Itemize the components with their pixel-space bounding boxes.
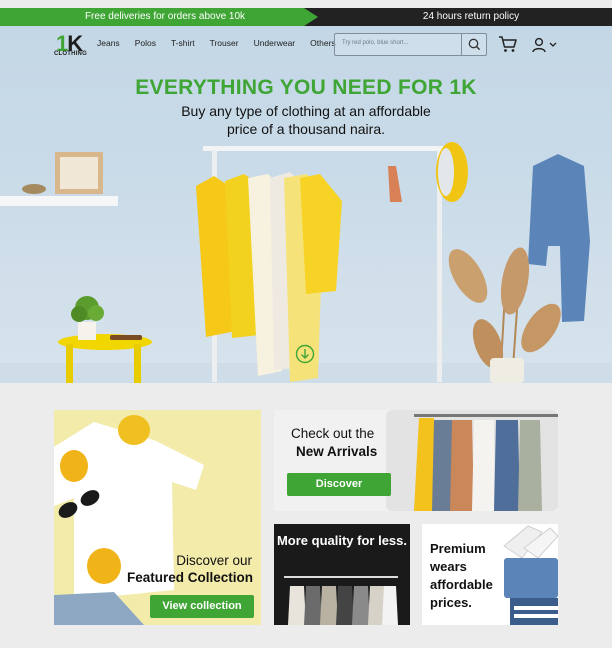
search-button[interactable] xyxy=(461,34,486,55)
cart-button[interactable] xyxy=(498,35,518,53)
nav-item-tshirt[interactable]: T-shirt xyxy=(171,38,195,52)
featured-line2: Featured Collection xyxy=(126,570,253,585)
hero-banner: 1K CLOTHING Jeans Polos T-shirt Trouser … xyxy=(0,26,612,383)
chevron-down-icon xyxy=(549,42,557,47)
logo-text: CLOTHING xyxy=(54,51,87,57)
hero-title: EVERYTHING YOU NEED FOR 1K xyxy=(135,76,477,99)
premium-card[interactable]: Premium wears affordable prices. xyxy=(422,524,558,625)
return-policy-notice: 24 hours return policy xyxy=(422,11,520,22)
new-arrivals-card[interactable]: Check out the New Arrivals Discover xyxy=(274,410,558,511)
account-menu[interactable] xyxy=(532,37,558,53)
announcement-bar: Free deliveries for orders above 10k 24 … xyxy=(0,8,612,26)
search-placeholder: Try red polo, blue short... xyxy=(342,40,409,46)
nav-item-jeans[interactable]: Jeans xyxy=(97,38,120,52)
search-icon xyxy=(468,38,481,51)
view-collection-button[interactable]: View collection xyxy=(150,595,254,618)
arrivals-line1: Check out the xyxy=(291,426,375,441)
user-icon xyxy=(532,37,546,53)
hero-subtitle: Buy any type of clothing at an affordabl… xyxy=(181,103,431,137)
featured-collection-card[interactable]: Discover our Featured Collection View co… xyxy=(54,410,261,625)
free-delivery-notice: Free deliveries for orders above 10k xyxy=(84,11,246,22)
quality-text: More quality for less. xyxy=(276,533,408,548)
page: Free deliveries for orders above 10k 24 … xyxy=(0,0,612,648)
search-input[interactable]: Try red polo, blue short... xyxy=(334,33,487,56)
quality-card[interactable]: More quality for less. xyxy=(274,524,410,625)
nav-item-underwear[interactable]: Underwear xyxy=(254,38,296,52)
nav-item-trouser[interactable]: Trouser xyxy=(210,38,239,52)
category-nav: Jeans Polos T-shirt Trouser Underwear Ot… xyxy=(97,38,351,52)
nav-item-polos[interactable]: Polos xyxy=(135,38,156,52)
featured-line1: Discover our xyxy=(176,553,252,568)
premium-text: Premium wears affordable prices. xyxy=(430,541,493,610)
discover-button[interactable]: Discover xyxy=(287,473,391,496)
scroll-down-icon[interactable] xyxy=(295,344,315,364)
cart-icon xyxy=(499,36,517,52)
arrivals-line2: New Arrivals xyxy=(296,444,378,459)
nav-item-others[interactable]: Others xyxy=(310,38,336,52)
featured-image xyxy=(54,415,204,625)
brand-logo[interactable]: 1K CLOTHING xyxy=(54,31,87,59)
